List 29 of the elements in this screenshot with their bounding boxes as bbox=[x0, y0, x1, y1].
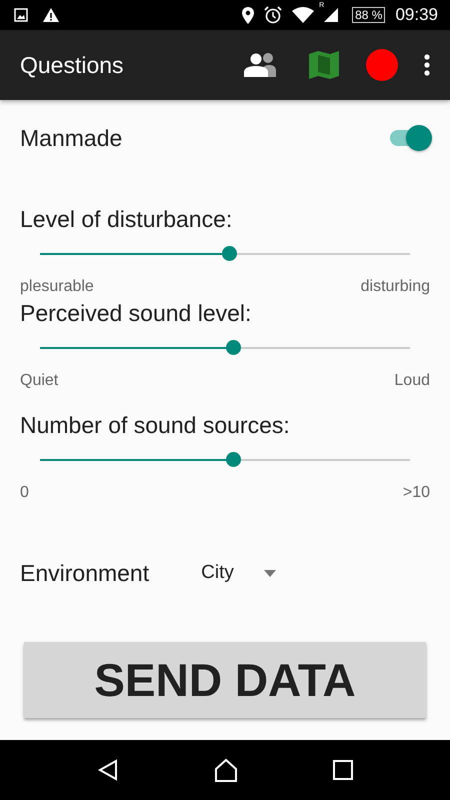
record-icon[interactable] bbox=[366, 49, 398, 81]
dropdown-caret-icon bbox=[264, 570, 276, 576]
clock-time: 09:39 bbox=[395, 5, 438, 25]
environment-label: Environment bbox=[20, 560, 150, 586]
send-data-button[interactable]: SEND DATA bbox=[24, 642, 426, 718]
slider-label: Perceived sound level: bbox=[20, 300, 252, 327]
location-icon bbox=[242, 6, 254, 24]
wifi-icon bbox=[292, 7, 314, 23]
signal-icon bbox=[324, 8, 338, 22]
slider-label: Number of sound sources: bbox=[20, 412, 291, 439]
slider-end-label: disturbing bbox=[360, 278, 430, 296]
alarm-icon bbox=[264, 6, 282, 24]
toolbar-title: Questions bbox=[20, 52, 124, 78]
slider-end-label: plesurable bbox=[20, 278, 94, 296]
recents-icon[interactable] bbox=[333, 760, 353, 780]
back-icon[interactable] bbox=[97, 759, 119, 781]
slider-end-label: Quiet bbox=[20, 372, 58, 390]
slider-end-label: 0 bbox=[20, 484, 29, 502]
slider-end-label: Loud bbox=[394, 372, 430, 390]
environment-dropdown[interactable]: City bbox=[201, 562, 276, 584]
overflow-menu-icon[interactable] bbox=[424, 54, 430, 76]
slider-label: Level of disturbance: bbox=[20, 206, 234, 233]
image-icon bbox=[14, 8, 28, 22]
home-icon[interactable] bbox=[213, 758, 239, 782]
slider-end-label: >10 bbox=[402, 484, 430, 502]
battery-indicator: 88 % bbox=[352, 7, 386, 23]
manmade-label: Manmade bbox=[20, 124, 122, 152]
warning-icon bbox=[42, 7, 60, 23]
map-icon[interactable] bbox=[308, 50, 340, 80]
